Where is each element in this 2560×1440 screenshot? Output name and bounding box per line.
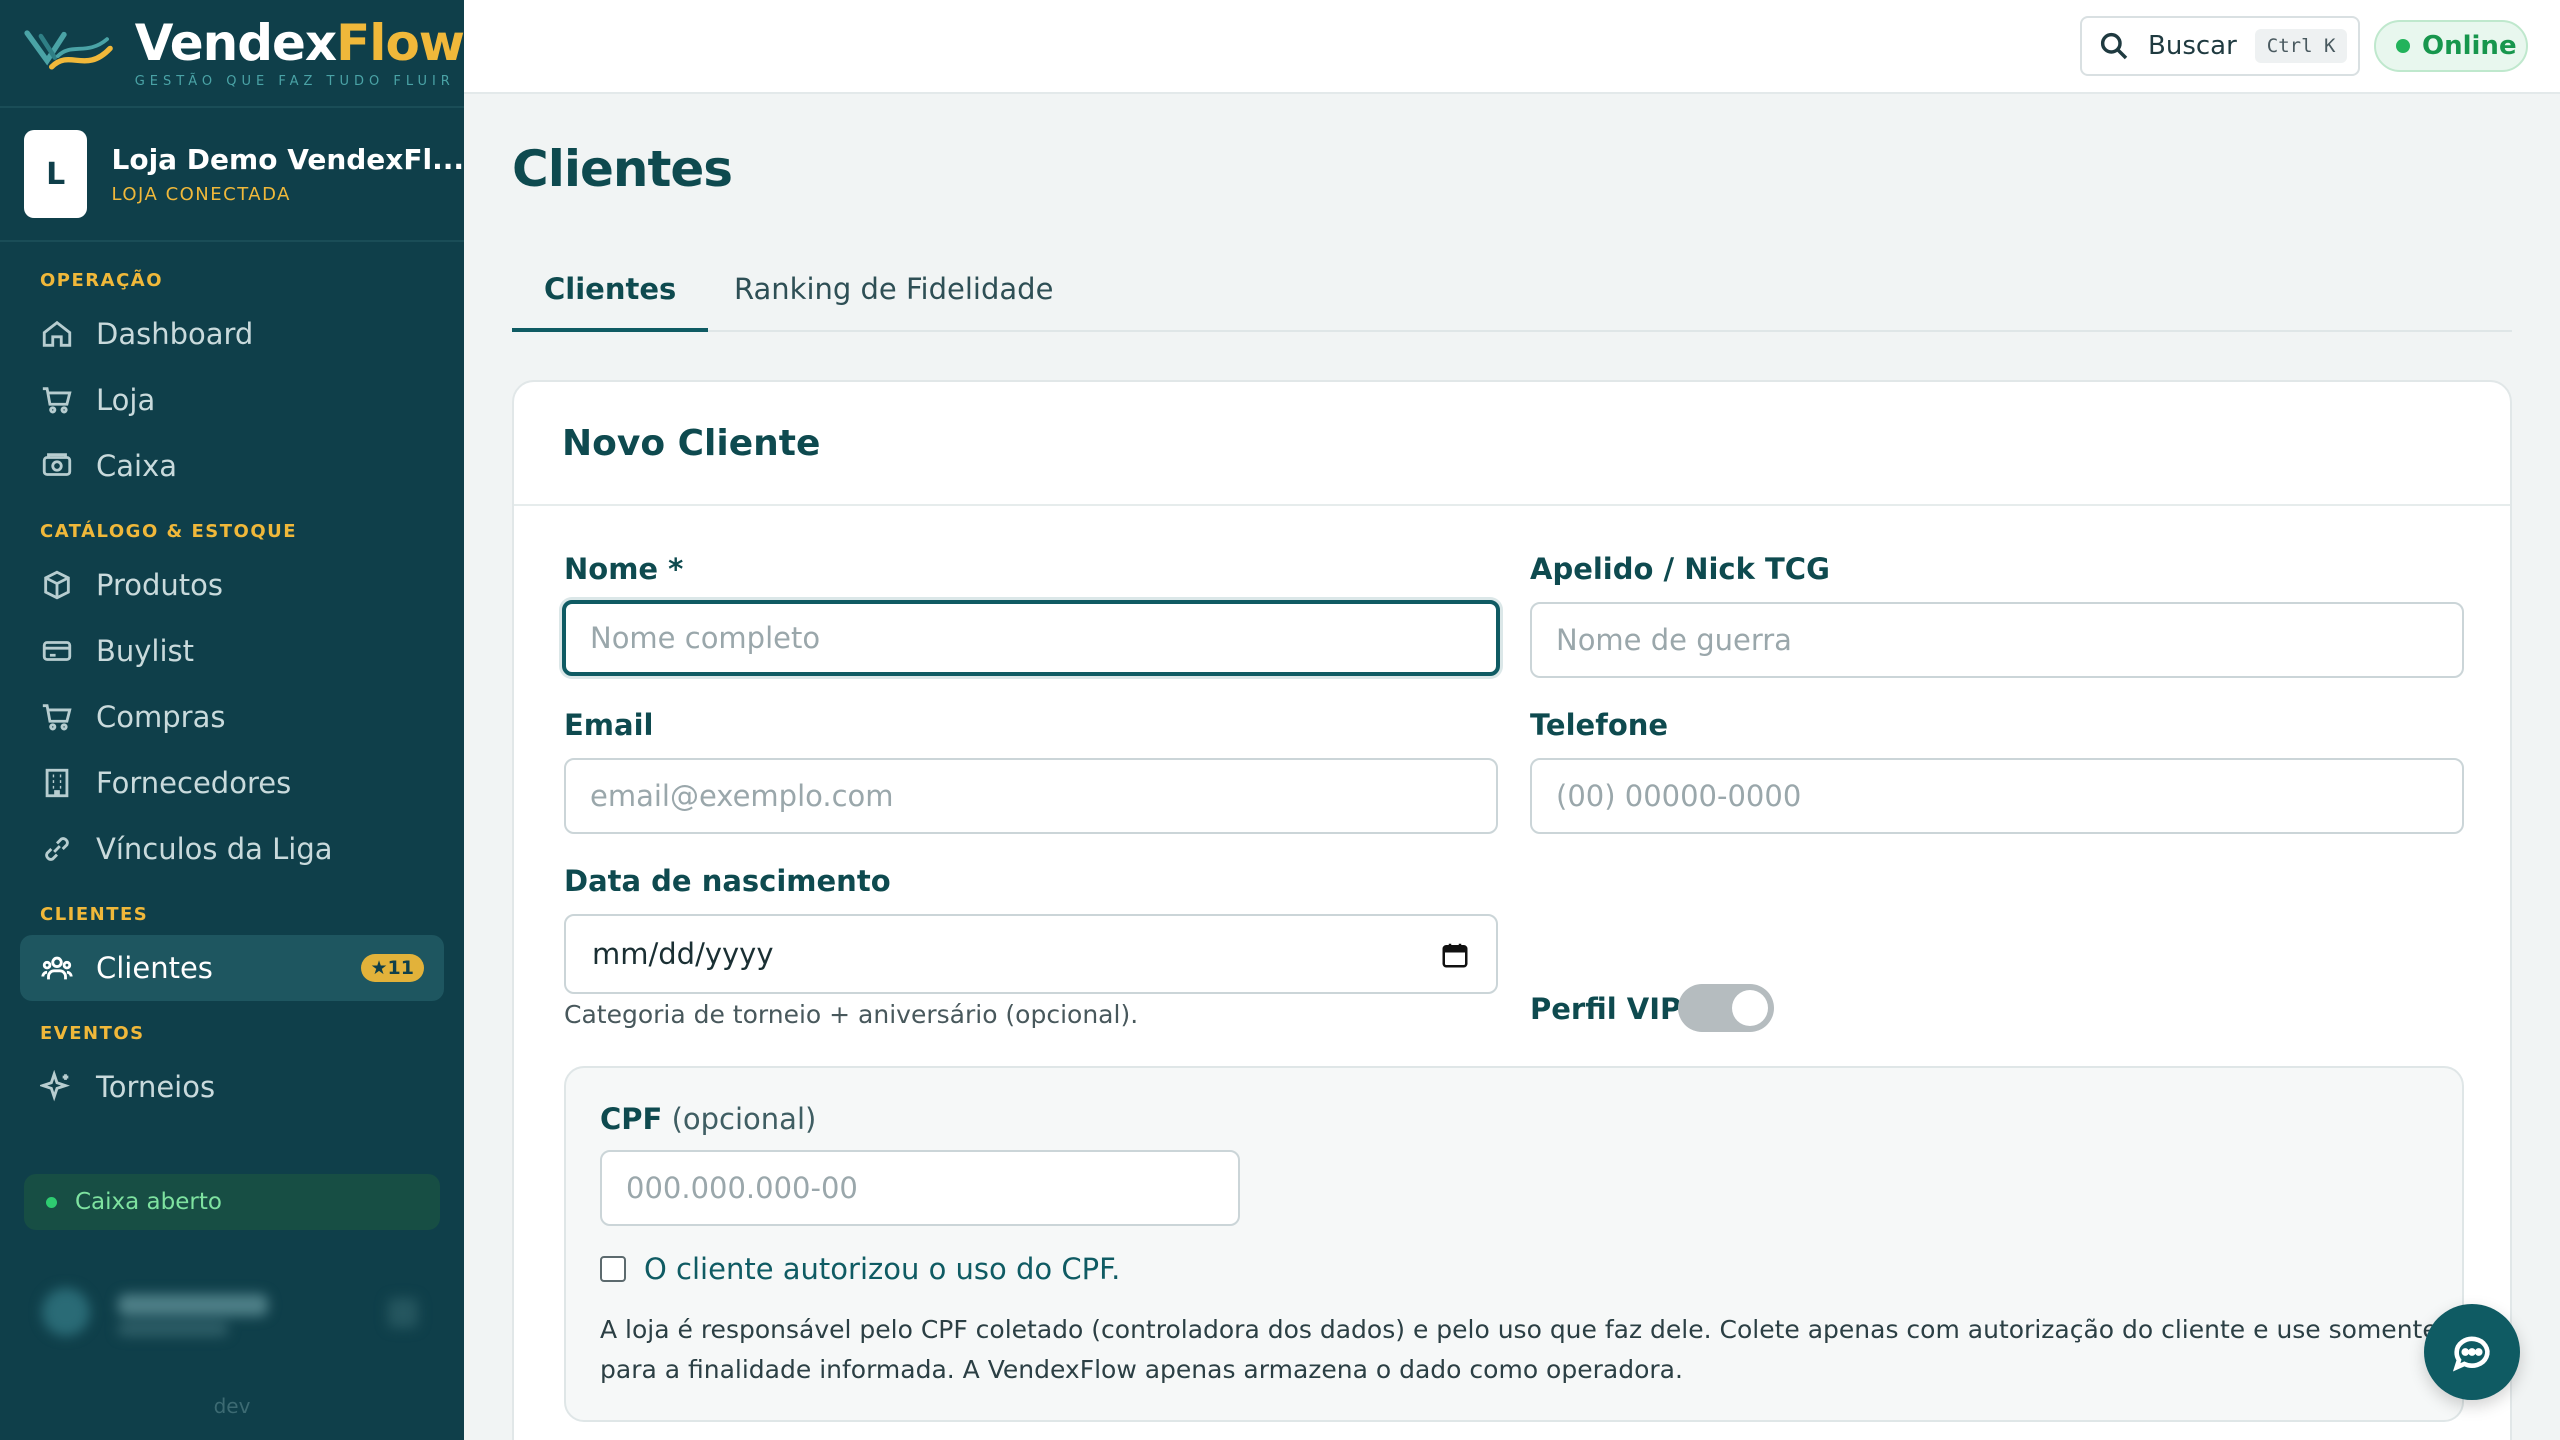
sidebar-nav: OPERAÇÃO Dashboard Loja Caixa CATÁLOGO &… bbox=[0, 242, 464, 1120]
nascimento-hint: Categoria de torneio + aniversário (opci… bbox=[564, 1000, 1139, 1029]
nascimento-label: Data de nascimento bbox=[564, 864, 891, 898]
sidebar-item-label: Loja bbox=[96, 383, 156, 417]
logo-icon bbox=[24, 30, 113, 70]
chat-button[interactable] bbox=[2424, 1304, 2520, 1400]
caixa-status[interactable]: Caixa aberto bbox=[24, 1174, 440, 1230]
cpf-consent-label[interactable]: O cliente autorizou o uso do CPF. bbox=[644, 1252, 1120, 1286]
users-icon bbox=[41, 956, 73, 980]
cpf-label: CPF (opcional) bbox=[600, 1102, 817, 1136]
store-name: Loja Demo VendexFl... bbox=[111, 143, 464, 176]
sidebar-item-buylist[interactable]: Buylist bbox=[20, 618, 444, 684]
store-status: LOJA CONECTADA bbox=[111, 184, 291, 205]
cart-icon bbox=[42, 387, 72, 414]
nome-label: Nome * bbox=[564, 552, 684, 586]
online-status-badge: Online bbox=[2374, 20, 2528, 72]
card-title: Novo Cliente bbox=[514, 382, 2510, 506]
sidebar-item-vinculos[interactable]: Vínculos da Liga bbox=[20, 816, 444, 882]
cpf-consent-row[interactable]: O cliente autorizou o uso do CPF. bbox=[600, 1252, 1120, 1286]
home-icon bbox=[42, 320, 72, 347]
cpf-consent-checkbox[interactable] bbox=[600, 1256, 626, 1282]
search-label: Buscar bbox=[2148, 31, 2237, 61]
page-tabs: Clientes Ranking de Fidelidade bbox=[512, 256, 2512, 332]
online-status-label: Online bbox=[2422, 31, 2517, 61]
vip-label: Perfil VIP bbox=[1530, 992, 1682, 1026]
store-switcher[interactable]: L Loja Demo VendexFl... LOJA CONECTADA bbox=[0, 108, 464, 242]
status-dot bbox=[46, 1196, 57, 1208]
sidebar-item-dashboard[interactable]: Dashboard bbox=[20, 301, 444, 367]
avatar bbox=[42, 1288, 90, 1336]
cpf-section: CPF (opcional) O cliente autorizou o uso… bbox=[564, 1066, 2464, 1422]
vip-toggle[interactable] bbox=[1678, 984, 1774, 1032]
telefone-label: Telefone bbox=[1530, 708, 1669, 742]
search-shortcut: Ctrl K bbox=[2254, 29, 2348, 63]
tab-ranking-fidelidade[interactable]: Ranking de Fidelidade bbox=[702, 256, 1085, 332]
nav-section-eventos: EVENTOS bbox=[40, 1023, 145, 1044]
sidebar-item-fornecedores[interactable]: Fornecedores bbox=[20, 750, 444, 816]
status-dot bbox=[2396, 39, 2410, 53]
sidebar-item-torneios[interactable]: Torneios bbox=[20, 1054, 444, 1120]
sidebar-item-produtos[interactable]: Produtos bbox=[20, 552, 444, 618]
search-icon bbox=[2100, 32, 2128, 60]
sparkles-icon bbox=[40, 1070, 70, 1102]
sidebar-item-label: Fornecedores bbox=[96, 766, 292, 800]
sidebar-item-loja[interactable]: Loja bbox=[20, 367, 444, 433]
box-icon bbox=[44, 570, 70, 600]
sidebar-item-label: Compras bbox=[96, 700, 226, 734]
sidebar-item-caixa[interactable]: Caixa bbox=[20, 433, 444, 499]
email-input[interactable] bbox=[564, 758, 1498, 834]
telefone-input[interactable] bbox=[1530, 758, 2464, 834]
cpf-input[interactable] bbox=[600, 1150, 1240, 1226]
date-value: mm/dd/yyyy bbox=[592, 937, 774, 971]
store-avatar: L bbox=[24, 130, 88, 218]
brand[interactable]: VendexFlow GESTÃO QUE FAZ TUDO FLUIR bbox=[0, 0, 465, 108]
sidebar-item-label: Torneios bbox=[96, 1070, 216, 1104]
building-icon bbox=[45, 768, 69, 798]
cash-register-icon bbox=[42, 453, 72, 476]
nascimento-date-input[interactable]: mm/dd/yyyy bbox=[564, 914, 1498, 994]
email-label: Email bbox=[564, 708, 654, 742]
chat-icon bbox=[2452, 1336, 2490, 1372]
calendar-icon[interactable] bbox=[1440, 940, 1470, 970]
toggle-knob bbox=[1732, 990, 1768, 1026]
user-profile-blurred[interactable] bbox=[28, 1278, 418, 1348]
nav-section-catalogo: CATÁLOGO & ESTOQUE bbox=[40, 521, 298, 542]
nav-section-operacao: OPERAÇÃO bbox=[40, 270, 164, 291]
nome-input[interactable] bbox=[562, 600, 1500, 676]
tab-clientes[interactable]: Clientes bbox=[512, 256, 709, 332]
sidebar-item-compras[interactable]: Compras bbox=[20, 684, 444, 750]
nav-section-clientes: CLIENTES bbox=[40, 904, 149, 925]
sidebar-item-label: Clientes bbox=[96, 951, 213, 985]
sidebar-item-label: Buylist bbox=[96, 634, 195, 668]
apelido-label: Apelido / Nick TCG bbox=[1530, 552, 1830, 586]
link-icon bbox=[45, 837, 69, 861]
brand-tagline: GESTÃO QUE FAZ TUDO FLUIR bbox=[134, 73, 455, 89]
environment-label: dev bbox=[213, 1394, 251, 1418]
search-button[interactable]: Buscar Ctrl K bbox=[2080, 16, 2360, 76]
sidebar: VendexFlow GESTÃO QUE FAZ TUDO FLUIR L L… bbox=[0, 0, 465, 1440]
sidebar-item-label: Vínculos da Liga bbox=[96, 832, 333, 866]
card-icon bbox=[42, 641, 72, 661]
sidebar-item-label: Produtos bbox=[96, 568, 224, 602]
novo-cliente-card: Novo Cliente Nome * Apelido / Nick TCG E… bbox=[512, 380, 2512, 1440]
sidebar-item-label: Dashboard bbox=[96, 317, 254, 351]
sidebar-item-clientes[interactable]: Clientes ★11 bbox=[20, 935, 444, 1001]
page-title: Clientes bbox=[512, 140, 733, 198]
brand-name: VendexFlow bbox=[134, 13, 465, 72]
clientes-count-badge: ★11 bbox=[360, 954, 424, 982]
cart-icon bbox=[42, 704, 72, 731]
apelido-input[interactable] bbox=[1530, 602, 2464, 678]
sidebar-item-label: Caixa bbox=[96, 449, 178, 483]
cpf-legal-note: A loja é responsável pelo CPF coletado (… bbox=[600, 1315, 2438, 1384]
topbar: Buscar Ctrl K Online bbox=[464, 0, 2560, 94]
caixa-status-label: Caixa aberto bbox=[75, 1189, 222, 1215]
